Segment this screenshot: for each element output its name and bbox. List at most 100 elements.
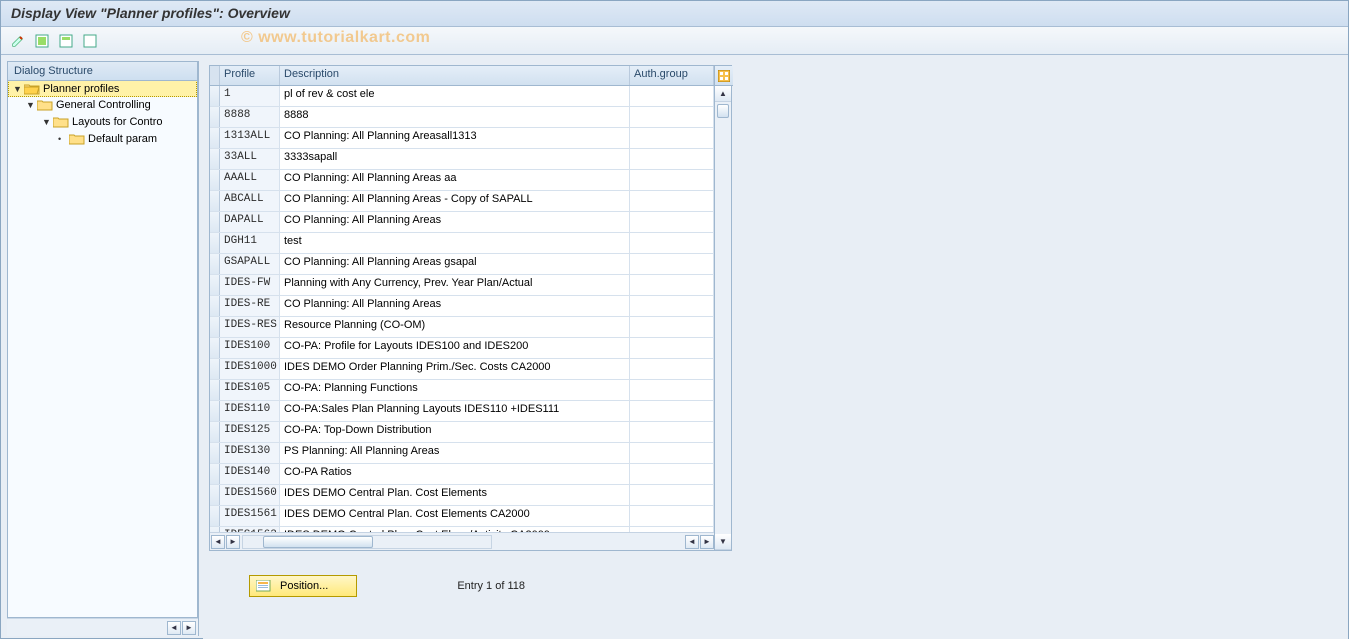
cell-description: IDES DEMO Central Plan. Cost Elements CA… bbox=[280, 506, 630, 526]
row-selector[interactable] bbox=[210, 128, 220, 148]
col-profile[interactable]: Profile bbox=[220, 66, 280, 85]
expand-icon[interactable]: ▼ bbox=[42, 117, 52, 127]
cell-profile: IDES105 bbox=[220, 380, 280, 400]
table-row[interactable]: IDES140CO-PA Ratios bbox=[210, 464, 714, 485]
main-area: Dialog Structure ▼ Planner profiles ▼ Ge… bbox=[1, 55, 1348, 639]
tree-label: Planner profiles bbox=[43, 83, 119, 95]
app-window: Display View "Planner profiles": Overvie… bbox=[0, 0, 1349, 639]
table-row[interactable]: IDES105CO-PA: Planning Functions bbox=[210, 380, 714, 401]
table-row[interactable]: IDES100CO-PA: Profile for Layouts IDES10… bbox=[210, 338, 714, 359]
table-row[interactable]: DAPALLCO Planning: All Planning Areas bbox=[210, 212, 714, 233]
position-button[interactable]: Position... bbox=[249, 575, 357, 597]
hscroll-thumb[interactable] bbox=[263, 536, 373, 548]
table-row[interactable]: DGH11test bbox=[210, 233, 714, 254]
tree-node-general-controlling[interactable]: ▼ General Controlling bbox=[8, 96, 197, 113]
row-selector[interactable] bbox=[210, 443, 220, 463]
expand-icon[interactable]: ▼ bbox=[13, 84, 23, 94]
col-selector[interactable] bbox=[210, 66, 220, 85]
folder-icon bbox=[53, 115, 69, 128]
tree-node-default-param[interactable]: • Default param bbox=[8, 130, 197, 147]
tree-node-planner-profiles[interactable]: ▼ Planner profiles bbox=[8, 81, 197, 97]
cell-authgroup bbox=[630, 443, 714, 463]
table-row[interactable]: 1pl of rev & cost ele bbox=[210, 86, 714, 107]
row-selector[interactable] bbox=[210, 86, 220, 106]
cell-profile: IDES1000 bbox=[220, 359, 280, 379]
cell-authgroup bbox=[630, 128, 714, 148]
page-title: Display View "Planner profiles": Overvie… bbox=[1, 1, 1348, 27]
table-row[interactable]: IDES130PS Planning: All Planning Areas bbox=[210, 443, 714, 464]
cell-profile: IDES1560 bbox=[220, 485, 280, 505]
select-block-icon[interactable] bbox=[57, 32, 75, 50]
row-selector[interactable] bbox=[210, 401, 220, 421]
deselect-all-icon[interactable] bbox=[81, 32, 99, 50]
row-selector[interactable] bbox=[210, 170, 220, 190]
expand-icon[interactable]: ▼ bbox=[26, 100, 36, 110]
table-row[interactable]: GSAPALLCO Planning: All Planning Areas g… bbox=[210, 254, 714, 275]
cell-authgroup bbox=[630, 86, 714, 106]
table-row[interactable]: IDES1561IDES DEMO Central Plan. Cost Ele… bbox=[210, 506, 714, 527]
grid-vscroll: ▲ ▼ bbox=[714, 65, 732, 551]
table-row[interactable]: IDES-RESResource Planning (CO-OM) bbox=[210, 317, 714, 338]
col-authgroup[interactable]: Auth.group bbox=[630, 66, 714, 85]
scroll-left-end-icon[interactable]: ◄ bbox=[685, 535, 699, 549]
table-row[interactable]: 33ALL3333sapall bbox=[210, 149, 714, 170]
scroll-down-icon[interactable]: ▼ bbox=[715, 534, 731, 550]
row-selector[interactable] bbox=[210, 506, 220, 526]
col-description[interactable]: Description bbox=[280, 66, 630, 85]
grid-hscroll: ◄ ► ◄ ► bbox=[210, 532, 714, 550]
cell-description: CO Planning: All Planning Areas gsapal bbox=[280, 254, 630, 274]
row-selector[interactable] bbox=[210, 254, 220, 274]
cell-description: 8888 bbox=[280, 107, 630, 127]
cell-description: IDES DEMO Order Planning Prim./Sec. Cost… bbox=[280, 359, 630, 379]
cell-authgroup bbox=[630, 359, 714, 379]
row-selector[interactable] bbox=[210, 212, 220, 232]
vscroll-track[interactable] bbox=[715, 102, 731, 534]
tree-label: General Controlling bbox=[56, 99, 151, 111]
row-selector[interactable] bbox=[210, 107, 220, 127]
scroll-right-end-icon[interactable]: ► bbox=[700, 535, 714, 549]
row-selector[interactable] bbox=[210, 275, 220, 295]
scroll-left-icon[interactable]: ◄ bbox=[211, 535, 225, 549]
bullet-icon: • bbox=[58, 134, 68, 144]
scroll-up-icon[interactable]: ▲ bbox=[715, 86, 731, 102]
table-settings-button[interactable] bbox=[715, 66, 733, 86]
cell-description: CO Planning: All Planning Areas - Copy o… bbox=[280, 191, 630, 211]
table-row[interactable]: IDES-RECO Planning: All Planning Areas bbox=[210, 296, 714, 317]
toggle-edit-icon[interactable] bbox=[9, 32, 27, 50]
row-selector[interactable] bbox=[210, 359, 220, 379]
table-row[interactable]: IDES-FWPlanning with Any Currency, Prev.… bbox=[210, 275, 714, 296]
tree-node-layouts[interactable]: ▼ Layouts for Contro bbox=[8, 113, 197, 130]
row-selector[interactable] bbox=[210, 296, 220, 316]
row-selector[interactable] bbox=[210, 422, 220, 442]
table-row[interactable]: IDES1000IDES DEMO Order Planning Prim./S… bbox=[210, 359, 714, 380]
table-row[interactable]: ABCALLCO Planning: All Planning Areas - … bbox=[210, 191, 714, 212]
row-selector[interactable] bbox=[210, 464, 220, 484]
folder-icon bbox=[37, 98, 53, 111]
table-row[interactable]: 1313ALLCO Planning: All Planning Areasal… bbox=[210, 128, 714, 149]
table-row[interactable]: IDES110CO-PA:Sales Plan Planning Layouts… bbox=[210, 401, 714, 422]
row-selector[interactable] bbox=[210, 191, 220, 211]
row-selector[interactable] bbox=[210, 485, 220, 505]
position-icon bbox=[256, 579, 272, 593]
hscroll-track[interactable] bbox=[242, 535, 492, 549]
table-row[interactable]: 88888888 bbox=[210, 107, 714, 128]
cell-profile: ABCALL bbox=[220, 191, 280, 211]
cell-description: CO-PA: Top-Down Distribution bbox=[280, 422, 630, 442]
cell-description: test bbox=[280, 233, 630, 253]
row-selector[interactable] bbox=[210, 380, 220, 400]
table-row[interactable]: AAALLCO Planning: All Planning Areas aa bbox=[210, 170, 714, 191]
table-row[interactable]: IDES1560IDES DEMO Central Plan. Cost Ele… bbox=[210, 485, 714, 506]
cell-profile: 8888 bbox=[220, 107, 280, 127]
row-selector[interactable] bbox=[210, 233, 220, 253]
row-selector[interactable] bbox=[210, 338, 220, 358]
scroll-right-icon[interactable]: ► bbox=[226, 535, 240, 549]
cell-authgroup bbox=[630, 338, 714, 358]
cell-profile: IDES-FW bbox=[220, 275, 280, 295]
scroll-left-icon[interactable]: ◄ bbox=[167, 621, 181, 635]
row-selector[interactable] bbox=[210, 317, 220, 337]
scroll-right-icon[interactable]: ► bbox=[182, 621, 196, 635]
vscroll-thumb[interactable] bbox=[717, 104, 729, 118]
table-row[interactable]: IDES125CO-PA: Top-Down Distribution bbox=[210, 422, 714, 443]
row-selector[interactable] bbox=[210, 149, 220, 169]
select-all-icon[interactable] bbox=[33, 32, 51, 50]
